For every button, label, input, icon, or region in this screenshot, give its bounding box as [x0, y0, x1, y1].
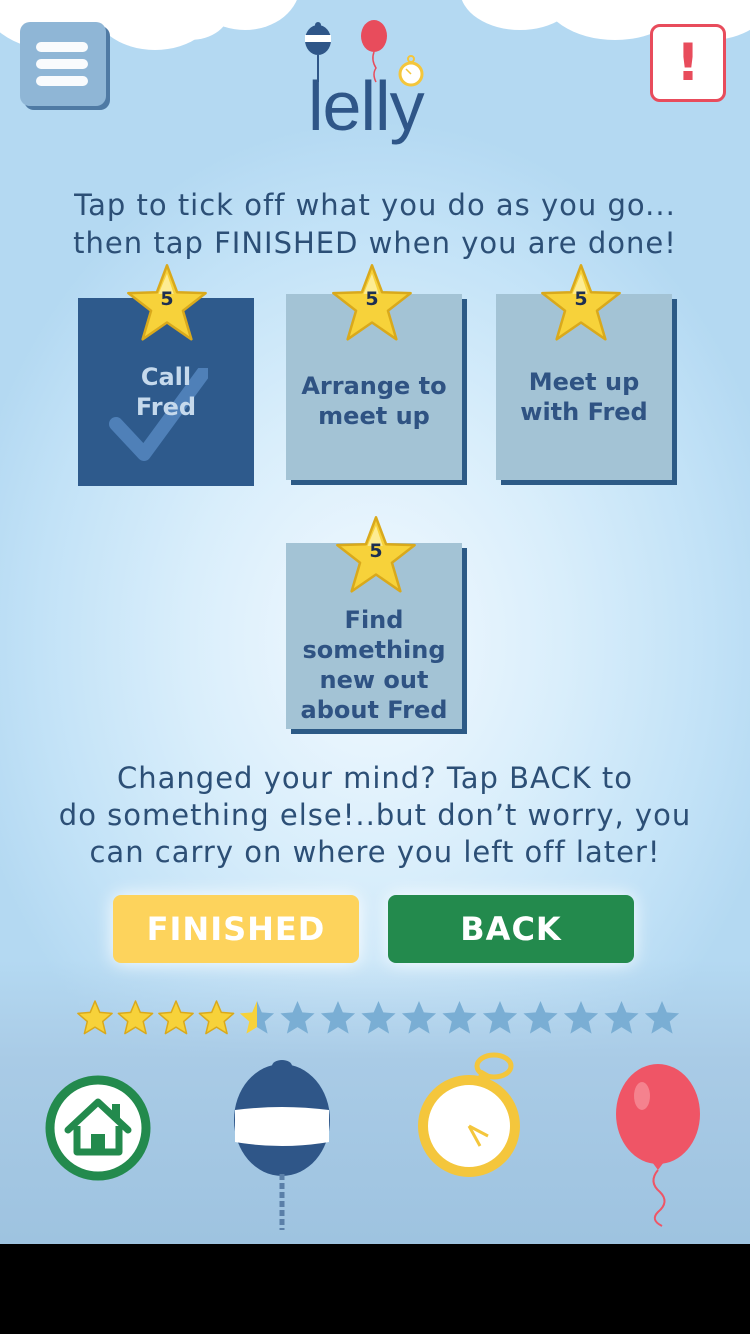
progress-star-empty: [604, 1001, 639, 1034]
finished-button[interactable]: FINISHED: [113, 895, 359, 963]
progress-star-partial: [239, 1001, 275, 1034]
progress-star-empty: [523, 1001, 558, 1034]
back-button[interactable]: BACK: [388, 895, 634, 963]
home-icon: [45, 1075, 151, 1181]
points-star-icon: 5: [334, 514, 418, 598]
buoy-button[interactable]: [232, 1058, 332, 1234]
task-label-line: Fred: [135, 393, 197, 421]
progress-star-filled: [77, 1000, 113, 1035]
task-label: Meet up with Fred: [512, 367, 655, 427]
progress-star-empty: [644, 1001, 680, 1034]
back-message-line: Changed your mind? Tap BACK to: [117, 761, 633, 795]
task-label-line: Call: [140, 363, 192, 391]
progress-star-filled: [117, 1000, 154, 1035]
app-screen: lelly ! Tap to tick off what you do as y…: [0, 0, 750, 1244]
task-label-line: Meet up: [528, 368, 640, 396]
progress-star-empty: [320, 1001, 356, 1034]
hamburger-icon: [36, 42, 88, 52]
back-message: Changed your mind? Tap BACK to do someth…: [0, 760, 750, 871]
back-message-line: can carry on where you left off later!: [89, 835, 661, 869]
balloon-button[interactable]: [610, 1062, 710, 1228]
app-logo-text: lelly: [308, 67, 425, 145]
progress-star-row: [77, 1000, 680, 1035]
task-label-line: meet up: [318, 402, 430, 430]
task-label: Arrange to meet up: [293, 371, 454, 431]
points-value: 5: [160, 288, 174, 310]
menu-button[interactable]: [20, 22, 106, 106]
instructions-text: Tap to tick off what you do as you go...…: [0, 186, 750, 262]
task-label: Call Fred: [128, 362, 204, 422]
progress-star-empty: [442, 1001, 477, 1034]
progress-star-empty: [401, 1001, 437, 1034]
points-star-icon: 5: [330, 262, 414, 346]
hamburger-icon-bar: [36, 76, 88, 86]
points-star-icon: 5: [539, 262, 623, 346]
task-label-line: about Fred: [300, 696, 448, 724]
progress-star-empty: [563, 1001, 599, 1034]
progress-stars: [76, 998, 686, 1042]
alert-button[interactable]: !: [650, 24, 726, 102]
task-label-line: something: [302, 636, 446, 664]
task-label-line: new out: [319, 666, 429, 694]
points-star-icon: 5: [125, 262, 209, 346]
task-label-line: Find: [344, 606, 404, 634]
hamburger-icon-bar: [36, 59, 88, 69]
progress-star-empty: [482, 1001, 518, 1034]
task-label-line: with Fred: [520, 398, 648, 426]
progress-star-empty: [361, 1001, 396, 1034]
task-label-line: Arrange to: [301, 372, 447, 400]
stopwatch-button[interactable]: [416, 1050, 522, 1182]
balloon-icon: [616, 1064, 700, 1227]
progress-star-filled: [158, 1000, 194, 1035]
instructions-line: then tap FINISHED when you are done!: [73, 226, 677, 260]
progress-star-filled: [198, 1000, 235, 1035]
points-value: 5: [369, 540, 383, 562]
points-value: 5: [365, 288, 379, 310]
points-value: 5: [574, 288, 588, 310]
back-message-line: do something else!..but don’t worry, you: [58, 798, 692, 832]
buoy-icon: [234, 1060, 330, 1230]
task-label: Find something new out about Fred: [293, 605, 456, 725]
progress-star-empty: [280, 1001, 315, 1034]
instructions-line: Tap to tick off what you do as you go...: [74, 188, 676, 222]
home-button[interactable]: [44, 1074, 152, 1182]
stopwatch-icon: [418, 1052, 520, 1177]
